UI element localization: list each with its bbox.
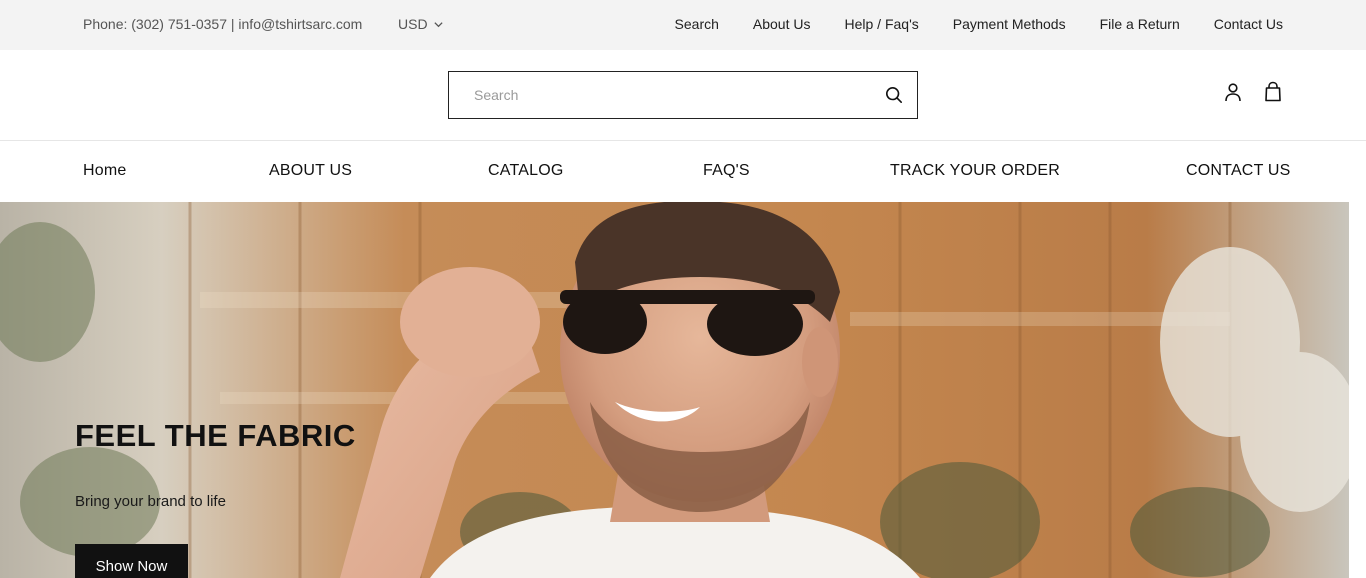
main-navigation: Home ABOUT US CATALOG FAQ'S TRACK YOUR O… bbox=[0, 141, 1366, 202]
utility-link-file-a-return[interactable]: File a Return bbox=[1100, 16, 1180, 32]
top-utility-bar: Phone: (302) 751-0357 | info@tshirtsarc.… bbox=[0, 0, 1366, 50]
utility-link-help-faqs[interactable]: Help / Faq's bbox=[844, 16, 918, 32]
search-input[interactable] bbox=[449, 72, 869, 118]
hero-banner: FEEL THE FABRIC Bring your brand to life… bbox=[0, 202, 1349, 578]
search-bar bbox=[448, 71, 918, 119]
hero-subtitle: Bring your brand to life bbox=[75, 493, 226, 510]
hero-background-image bbox=[0, 202, 1349, 578]
utility-link-search[interactable]: Search bbox=[675, 16, 719, 32]
nav-item-track-your-order[interactable]: TRACK YOUR ORDER bbox=[890, 162, 1060, 180]
site-header bbox=[0, 50, 1366, 141]
nav-item-home[interactable]: Home bbox=[83, 162, 126, 180]
currency-selector[interactable]: USD bbox=[398, 16, 444, 32]
contact-info: Phone: (302) 751-0357 | info@tshirtsarc.… bbox=[83, 16, 363, 32]
account-icon[interactable] bbox=[1223, 82, 1243, 102]
utility-link-contact-us[interactable]: Contact Us bbox=[1214, 16, 1283, 32]
nav-item-about-us[interactable]: ABOUT US bbox=[269, 162, 352, 180]
chevron-down-icon bbox=[433, 21, 443, 27]
show-now-button[interactable]: Show Now bbox=[75, 544, 188, 578]
utility-link-payment-methods[interactable]: Payment Methods bbox=[953, 16, 1066, 32]
shopping-bag-icon[interactable] bbox=[1263, 81, 1283, 102]
page-scrollbar[interactable] bbox=[1349, 202, 1366, 578]
currency-label: USD bbox=[398, 16, 428, 32]
hero-title: FEEL THE FABRIC bbox=[75, 418, 356, 453]
nav-item-contact-us[interactable]: CONTACT US bbox=[1186, 162, 1291, 180]
utility-links: Search About Us Help / Faq's Payment Met… bbox=[675, 16, 1283, 32]
utility-link-about-us[interactable]: About Us bbox=[753, 16, 811, 32]
nav-item-faqs[interactable]: FAQ'S bbox=[703, 162, 750, 180]
search-icon[interactable] bbox=[885, 86, 903, 104]
nav-item-catalog[interactable]: CATALOG bbox=[488, 162, 564, 180]
